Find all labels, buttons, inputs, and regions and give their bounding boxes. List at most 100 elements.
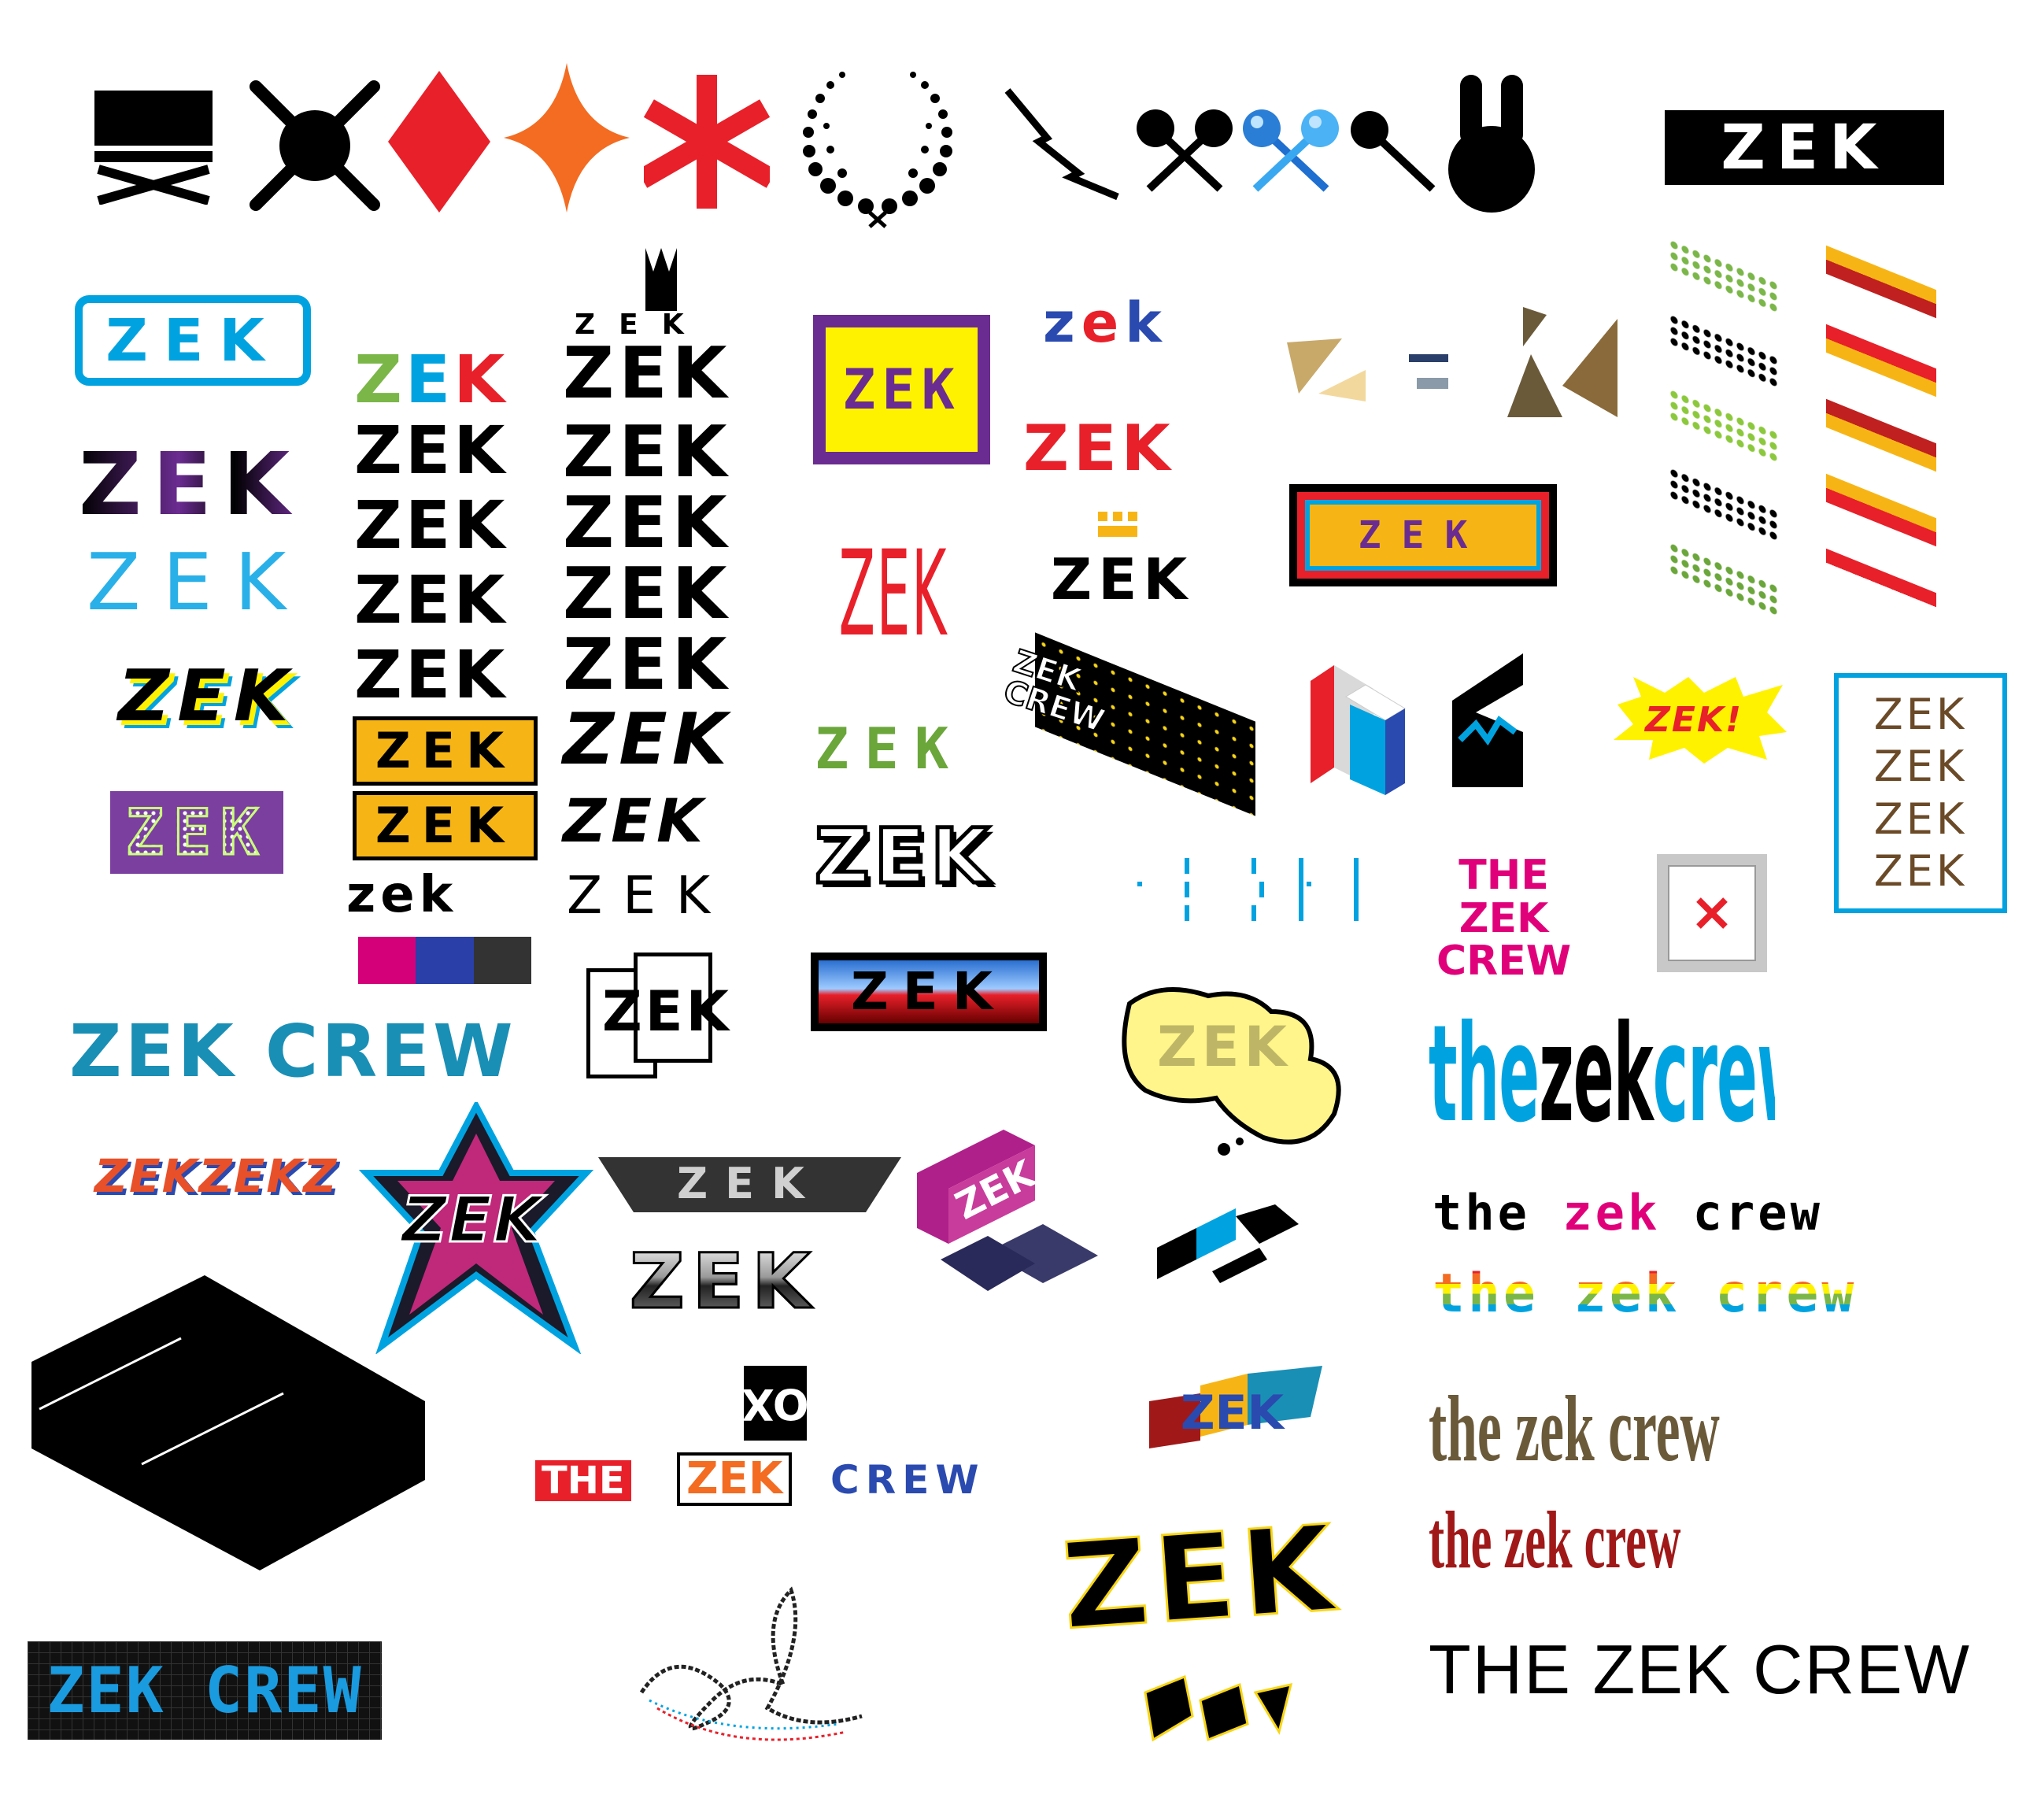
the-zek-crew-text: the zek crew xyxy=(1433,1263,1858,1325)
zek-logo-text: ZEK xyxy=(1873,845,1968,896)
zek-logo-text: zek xyxy=(1043,290,1168,355)
isometric-green-dots-column xyxy=(1669,237,1795,622)
zek-logo-text: ZEK xyxy=(118,655,297,738)
zek-explosion-logo: ZEK! xyxy=(1610,673,1791,768)
zek-crew-starfield-logo: ZEK CREW xyxy=(998,632,1263,816)
zek-logo-text: ZEK xyxy=(375,797,516,854)
zigzag-blocks-logo xyxy=(1452,653,1523,787)
zek-logo-text: ZEK xyxy=(1873,742,1968,792)
zek-logo-text: ZEK xyxy=(602,979,732,1044)
zek-logo-text: ZEK xyxy=(813,812,994,901)
zek-isometric-magenta: ZEK xyxy=(917,1130,1098,1291)
zek-logo-text: ZEK xyxy=(354,412,508,489)
zek-logo-text: ZEK xyxy=(842,357,961,422)
zek-logo-text: ZEK xyxy=(567,865,731,926)
zek-logo-stack-2: ZEK xyxy=(563,417,731,488)
zek-logo-purple-black: ZEK xyxy=(79,441,301,527)
the-zek-crew-darkred: the zek crew xyxy=(1429,1500,1869,1594)
zek-logo-text: ZEK xyxy=(354,486,508,564)
zek-logo-text: ZEK xyxy=(563,332,732,415)
the-zek-crew-black-magenta: the zek crew xyxy=(1433,1184,1823,1241)
zek-logo-text: ZEK xyxy=(1181,1385,1285,1441)
zek-logo-black-block: ZEK xyxy=(1665,110,1944,185)
zek-logo-3d-outline: ZEK xyxy=(813,803,1059,921)
crown-icon xyxy=(645,248,677,311)
zek-signature-glitch xyxy=(626,1574,878,1763)
zek-logo-gold-ornate-1: ZEK xyxy=(353,716,538,786)
zek-logo-outline-blocks: ZEK xyxy=(586,953,744,1078)
zek-logo-text: ZEK xyxy=(838,526,948,663)
zek-logo-stack-6: ZEK xyxy=(563,705,731,775)
zek-logo-stack-8: ZEK xyxy=(567,870,730,922)
ox-text: OX xyxy=(741,1378,809,1429)
zek-logo-text: ZEK xyxy=(79,434,301,535)
zek-logo-text: ZEK xyxy=(1057,1499,1345,1657)
the-zek-crew-rainbow: the zek crew xyxy=(1433,1267,1857,1321)
zek-logo-text: ZEK xyxy=(563,623,732,706)
bunny-icon xyxy=(1448,75,1535,213)
dot-dash-marks xyxy=(1137,858,1359,921)
red-asterisk-icon xyxy=(644,75,770,209)
blue-black-isometric-bars xyxy=(1157,1204,1299,1283)
zekzekz-text: ZEKZEKZ xyxy=(94,1149,338,1203)
zek-logo-black-rounded: ZEK xyxy=(354,417,508,483)
zek-logo-red-bold: ZEK xyxy=(1023,417,1175,480)
zek-logo-blue-linear: ZEK xyxy=(87,543,308,622)
zek-logo-text: ZEK xyxy=(375,722,516,779)
zek-star-logo: ZEK xyxy=(358,1099,594,1356)
zek-logo-text: zek xyxy=(346,866,458,924)
zek-logo-red-blue-small: zek xyxy=(1043,295,1168,350)
zek-crew-text: ZEK CREW xyxy=(69,1009,516,1093)
lightning-slash-icon xyxy=(1004,88,1119,201)
zek-logo-maze-box: ZEK xyxy=(1289,484,1557,586)
thezekcrew-text: thezekcrew xyxy=(1429,1008,1775,1149)
signature-scribble-icon xyxy=(639,1586,863,1741)
crossed-circle-icon xyxy=(250,80,380,211)
crossed-lollipops-icon xyxy=(1137,109,1233,192)
ransom-ox: OX xyxy=(741,1366,809,1441)
zek-logo-stack-4: ZEK xyxy=(563,559,731,630)
zek-logo-black-banner: zek xyxy=(346,870,457,920)
zek-logo-purple-maze: ZEK xyxy=(813,315,990,464)
zek-logo-text: ZEK xyxy=(401,1183,544,1256)
zek-logo-black-cut: ZEK xyxy=(354,642,508,708)
ransom-zek: ZEK xyxy=(677,1452,793,1506)
zek-logo-black-wide: ZEK xyxy=(354,567,508,633)
zek-exclaim-text: ZEK! xyxy=(1645,700,1743,740)
the-zek-crew-line: CREW xyxy=(1436,938,1572,986)
zek-logo-text: ZEK xyxy=(563,698,732,781)
zek-logo-text: ZEK xyxy=(563,786,708,856)
isometric-tricolor-blocks xyxy=(1311,665,1406,795)
zek-logo-text: ZEK xyxy=(1358,513,1488,557)
the-zek-crew-brown: the zek crew xyxy=(1429,1382,1869,1500)
zek-chrome-banner: ZEK xyxy=(598,1153,901,1216)
zek-logo-text: ZEK xyxy=(815,716,965,782)
triangle-shapes-logo xyxy=(1287,307,1617,417)
zek-logo-text: ZEK xyxy=(1873,690,1968,740)
zek-brown-stack-box: ZEK ZEK ZEK ZEK xyxy=(1834,673,2007,913)
zek-logo-color-letters: ZEK xyxy=(354,346,508,412)
dotted-laurel-icon xyxy=(803,72,952,228)
red-x-icon xyxy=(1696,897,1728,929)
zek-logo-text: ZEK xyxy=(1023,412,1175,485)
thezekcrew-condensed-logo: thezekcrew xyxy=(1429,1008,1775,1149)
zek-logo-stack-5: ZEK xyxy=(563,630,731,701)
the-zek-crew-line: THE xyxy=(1458,852,1549,899)
the-zek-crew-text: THE ZEK CREW xyxy=(1429,1630,1971,1708)
zek-logo-black-slab: ZEK xyxy=(354,492,508,558)
zek-chrome-block: ZEK xyxy=(629,1243,819,1321)
zek-logo-blue-outline: ZEK xyxy=(75,295,311,386)
zek-logo-text: ZEK xyxy=(629,1237,819,1326)
zek-smaller-shape xyxy=(1144,1674,1293,1742)
the-zek-crew-line: ZEK xyxy=(1458,894,1549,942)
zek-isometric-color: ZEK xyxy=(1149,1366,1322,1448)
single-lollipop-icon xyxy=(1351,111,1436,192)
zek-logo-stack-7: ZEK xyxy=(563,791,708,851)
zek-logo-text: ZEK xyxy=(850,961,1007,1022)
zek-logo-text: ZEK xyxy=(1157,1015,1292,1079)
ransom-the: THE xyxy=(535,1460,631,1501)
zek-logo-stack-3: ZEK xyxy=(563,488,731,559)
zek-logo-gold-ornate-2: ZEK xyxy=(353,791,538,860)
zek-logo-text: ZEK xyxy=(677,1159,822,1208)
crossbones-box-icon xyxy=(94,91,213,205)
